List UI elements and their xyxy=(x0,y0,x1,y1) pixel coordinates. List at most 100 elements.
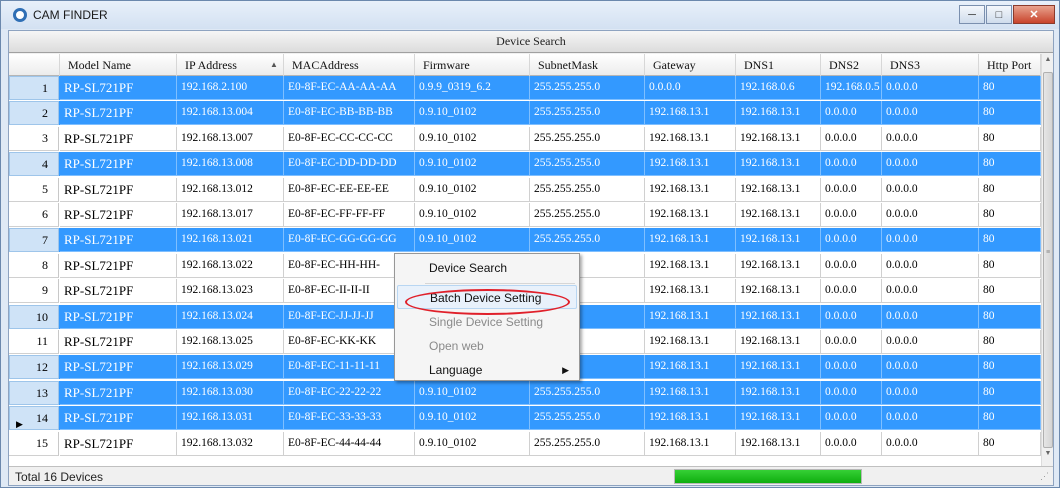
table-row[interactable]: 4 RP-SL721PF 192.168.13.008 E0-8F-EC-DD-DD-… xyxy=(9,152,1041,177)
row-index[interactable]: 2 xyxy=(9,101,59,126)
row-index[interactable]: 4 xyxy=(9,152,59,177)
cell-dns2: 0.0.0.0 xyxy=(821,203,882,227)
row-index[interactable]: 12 xyxy=(9,355,59,380)
cell-gateway: 192.168.13.1 xyxy=(645,431,736,456)
cell-http-port: 80 xyxy=(979,203,1041,227)
row-index-label: 7 xyxy=(42,233,48,248)
scrollbar-thumb[interactable]: ≡ xyxy=(1043,72,1053,448)
column-header-gateway[interactable]: Gateway xyxy=(645,54,736,76)
table-row[interactable]: 3 RP-SL721PF 192.168.13.007 E0-8F-EC-CC-CC-… xyxy=(9,126,1041,151)
row-index[interactable]: 13 xyxy=(9,380,59,405)
cell-dns3: 0.0.0.0 xyxy=(882,76,979,100)
column-header-mac-address[interactable]: MACAddress xyxy=(284,54,415,76)
table-row[interactable]: 6 RP-SL721PF 192.168.13.017 E0-8F-EC-FF-FF-… xyxy=(9,203,1041,227)
cell-dns3: 0.0.0.0 xyxy=(882,126,979,151)
cell-ip-address: 192.168.13.017 xyxy=(177,203,284,227)
row-index[interactable]: ▶ 14 xyxy=(9,406,59,431)
row-index[interactable]: 5 xyxy=(9,177,59,202)
table-row[interactable]: 1 RP-SL721PF 192.168.2.100 E0-8F-EC-AA-AA-A… xyxy=(9,76,1041,100)
cell-subnet-mask: 255.255.255.0 xyxy=(530,431,645,456)
cell-dns3: 0.0.0.0 xyxy=(882,355,979,380)
column-header-dns1[interactable]: DNS1 xyxy=(736,54,821,76)
menu-separator xyxy=(425,283,575,284)
cell-http-port: 80 xyxy=(979,101,1041,126)
row-index[interactable]: 6 xyxy=(9,203,59,227)
table-row[interactable]: 2 RP-SL721PF 192.168.13.004 E0-8F-EC-BB-BB-… xyxy=(9,101,1041,126)
cell-model-name: RP-SL721PF xyxy=(60,431,177,456)
table-row[interactable]: 5 RP-SL721PF 192.168.13.012 E0-8F-EC-EE-EE-… xyxy=(9,177,1041,202)
cell-mac-address: E0-8F-EC-BB-BB-BB xyxy=(284,101,415,126)
cell-mac-address: E0-8F-EC-33-33-33 xyxy=(284,406,415,431)
cell-gateway: 192.168.13.1 xyxy=(645,380,736,405)
column-header-firmware[interactable]: Firmware xyxy=(415,54,530,76)
resize-grip-icon[interactable]: ⋰ xyxy=(1040,471,1049,482)
column-header-model-name[interactable]: Model Name xyxy=(60,54,177,76)
row-index-label: 3 xyxy=(42,130,48,145)
close-button[interactable]: ✕ xyxy=(1013,5,1055,24)
ctx-item-batch-device-setting[interactable]: Batch Device Setting xyxy=(397,285,577,309)
cell-http-port: 80 xyxy=(979,304,1041,329)
cell-dns3: 0.0.0.0 xyxy=(882,177,979,202)
window-controls: ─ □ ✕ xyxy=(958,5,1055,24)
cell-dns1: 192.168.13.1 xyxy=(736,101,821,126)
row-index[interactable]: 11 xyxy=(9,330,59,354)
column-header-http-port[interactable]: Http Port xyxy=(979,54,1041,76)
cell-dns1: 192.168.13.1 xyxy=(736,203,821,227)
row-index-label: 11 xyxy=(36,334,48,348)
cell-ip-address: 192.168.13.030 xyxy=(177,380,284,405)
column-header-dns2[interactable]: DNS2 xyxy=(821,54,882,76)
cell-subnet-mask: 255.255.255.0 xyxy=(530,126,645,151)
row-index-label: 12 xyxy=(36,360,48,375)
row-header-corner xyxy=(9,54,60,76)
cam-finder-app-icon xyxy=(13,8,27,22)
cell-dns2: 0.0.0.0 xyxy=(821,177,882,202)
cell-http-port: 80 xyxy=(979,253,1041,278)
maximize-button[interactable]: □ xyxy=(986,5,1012,24)
ctx-item-single-device-setting[interactable]: Single Device Setting xyxy=(397,310,577,334)
ctx-item-label: Language xyxy=(429,363,483,377)
row-index[interactable]: 8 xyxy=(9,253,59,278)
cell-firmware: 0.9.10_0102 xyxy=(415,406,530,431)
row-index[interactable]: 9 xyxy=(9,279,59,304)
table-header: Model Name IP Address ▲ MACAddress Firmware S… xyxy=(9,54,1041,76)
scroll-up-icon[interactable]: ▲ xyxy=(1043,56,1053,70)
ctx-item-device-search[interactable]: Device Search xyxy=(397,256,577,280)
scroll-down-icon[interactable]: ▼ xyxy=(1043,450,1053,464)
row-index-label: 4 xyxy=(42,157,48,172)
cell-dns1: 192.168.13.1 xyxy=(736,330,821,354)
cell-dns1: 192.168.13.1 xyxy=(736,228,821,253)
cell-dns1: 192.168.13.1 xyxy=(736,355,821,380)
minimize-button[interactable]: ─ xyxy=(959,5,985,24)
ctx-item-open-web[interactable]: Open web xyxy=(397,334,577,358)
table-row[interactable]: ▶ 14 RP-SL721PF 192.168.13.031 E0-8F-EC-33-3… xyxy=(9,406,1041,431)
row-index[interactable]: 15 xyxy=(9,431,59,456)
cell-firmware: 0.9.10_0102 xyxy=(415,228,530,253)
cell-model-name: RP-SL721PF xyxy=(60,304,177,329)
row-index[interactable]: 1 xyxy=(9,76,59,100)
column-header-subnet-mask[interactable]: SubnetMask xyxy=(530,54,645,76)
row-index-label: 5 xyxy=(42,181,48,196)
row-index[interactable]: 10 xyxy=(9,304,59,329)
submenu-arrow-icon: ▶ xyxy=(562,365,569,375)
table-row[interactable]: 13 RP-SL721PF 192.168.13.030 E0-8F-EC-22-22… xyxy=(9,380,1041,405)
ctx-item-language[interactable]: Language ▶ xyxy=(397,358,577,382)
title-bar[interactable]: CAM FINDER ─ □ ✕ xyxy=(1,1,1059,29)
cell-firmware: 0.9.10_0102 xyxy=(415,380,530,405)
row-index-label: 15 xyxy=(36,435,48,450)
column-header-dns3[interactable]: DNS3 xyxy=(882,54,979,76)
window-title: CAM FINDER xyxy=(33,8,108,22)
cell-dns1: 192.168.13.1 xyxy=(736,304,821,329)
device-search-button[interactable]: Device Search xyxy=(9,31,1053,53)
row-index[interactable]: 3 xyxy=(9,126,59,151)
cell-dns3: 0.0.0.0 xyxy=(882,330,979,354)
cell-gateway: 192.168.13.1 xyxy=(645,101,736,126)
table-row[interactable]: 15 RP-SL721PF 192.168.13.032 E0-8F-EC-44-44… xyxy=(9,431,1041,456)
cell-subnet-mask: 255.255.255.0 xyxy=(530,406,645,431)
cell-ip-address: 192.168.13.032 xyxy=(177,431,284,456)
vertical-scrollbar[interactable]: ▲ ≡ ▼ xyxy=(1041,54,1053,466)
row-index-label: 9 xyxy=(42,283,48,298)
cell-http-port: 80 xyxy=(979,279,1041,304)
row-index[interactable]: 7 xyxy=(9,228,59,253)
table-row[interactable]: 7 RP-SL721PF 192.168.13.021 E0-8F-EC-GG-GG-… xyxy=(9,228,1041,253)
column-header-ip-address[interactable]: IP Address xyxy=(177,54,284,76)
